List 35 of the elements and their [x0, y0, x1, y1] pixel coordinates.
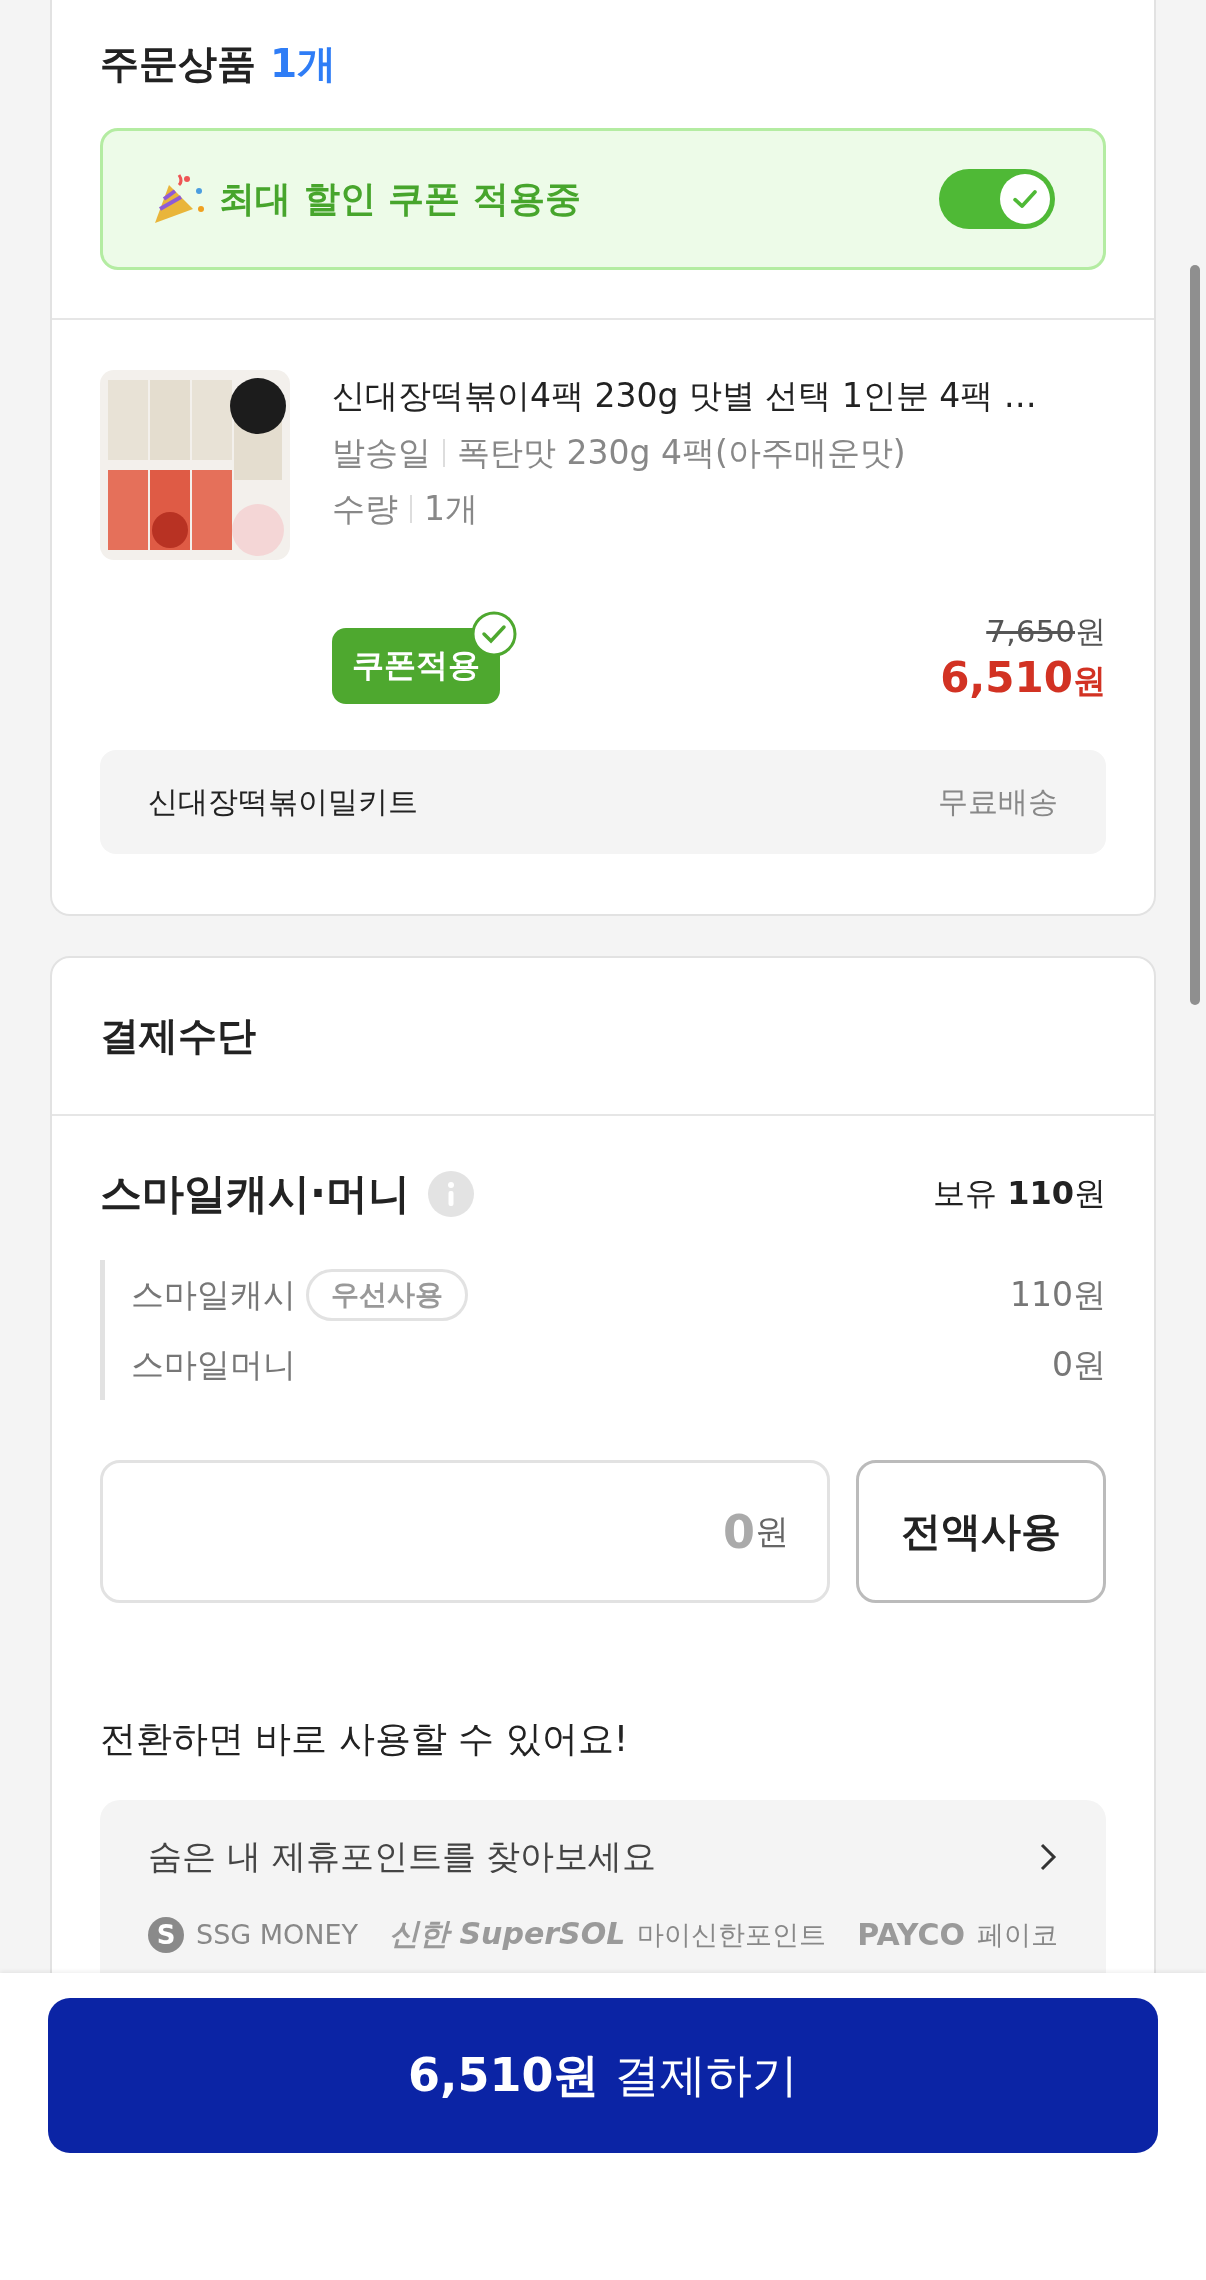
coupon-toggle[interactable] — [939, 169, 1055, 229]
partner-name: 페이코 — [977, 1917, 1058, 1952]
sale-price: 6,510원 — [940, 653, 1106, 704]
section-title: 결제수단 — [100, 1012, 256, 1060]
option-label: 수량 — [332, 488, 398, 530]
product-title: 신대장떡볶이4팩 230g 맛별 선택 1인분 4팩 … — [332, 375, 1037, 417]
chevron-right-icon[interactable] — [1038, 1841, 1058, 1873]
balance-name: 스마일머니 — [131, 1343, 296, 1386]
partner-name: 마이신한포인트 — [637, 1917, 827, 1952]
partner-points-link[interactable]: 숨은 내 제휴포인트를 찾아보세요 — [148, 1834, 657, 1880]
convert-heading: 전환하면 바로 사용할 수 있어요! — [100, 1717, 630, 1761]
partner-name: SSG MONEY — [196, 1919, 359, 1950]
seller-name: 신대장떡볶이밀키트 — [148, 782, 418, 821]
scrollbar-thumb[interactable] — [1190, 265, 1200, 1005]
currency-unit: 원 — [755, 1509, 789, 1553]
section-title: 주문상품 — [100, 40, 256, 88]
shinhan-logo: 신한 SuperSOL — [389, 1915, 626, 1953]
original-price: 7,650원 — [986, 612, 1106, 651]
balance-text: 보유 110원 — [933, 1173, 1106, 1214]
item-count: 1개 — [270, 40, 337, 88]
ssg-logo: S — [148, 1916, 184, 1953]
smile-cash-title: 스마일캐시·머니 — [100, 1168, 410, 1220]
pay-button[interactable]: 6,510원 결제하기 — [48, 1998, 1158, 2153]
info-icon[interactable] — [427, 1171, 474, 1217]
priority-tag: 우선사용 — [306, 1269, 468, 1321]
option-value: 폭탄맛 230g 4팩(아주매운맛) — [457, 432, 906, 474]
use-all-button[interactable]: 전액사용 — [856, 1460, 1106, 1603]
coupon-banner-text: 최대 할인 쿠폰 적용중 — [219, 176, 581, 221]
balance-amount: 0원 — [1052, 1343, 1106, 1386]
payco-logo: PAYCO — [857, 1917, 965, 1952]
balance-amount: 110원 — [1010, 1273, 1106, 1316]
option-label: 발송일 — [332, 432, 431, 474]
shipping-label: 무료배송 — [938, 782, 1058, 821]
option-value: 1개 — [424, 488, 478, 530]
balance-name: 스마일캐시 — [131, 1273, 296, 1316]
